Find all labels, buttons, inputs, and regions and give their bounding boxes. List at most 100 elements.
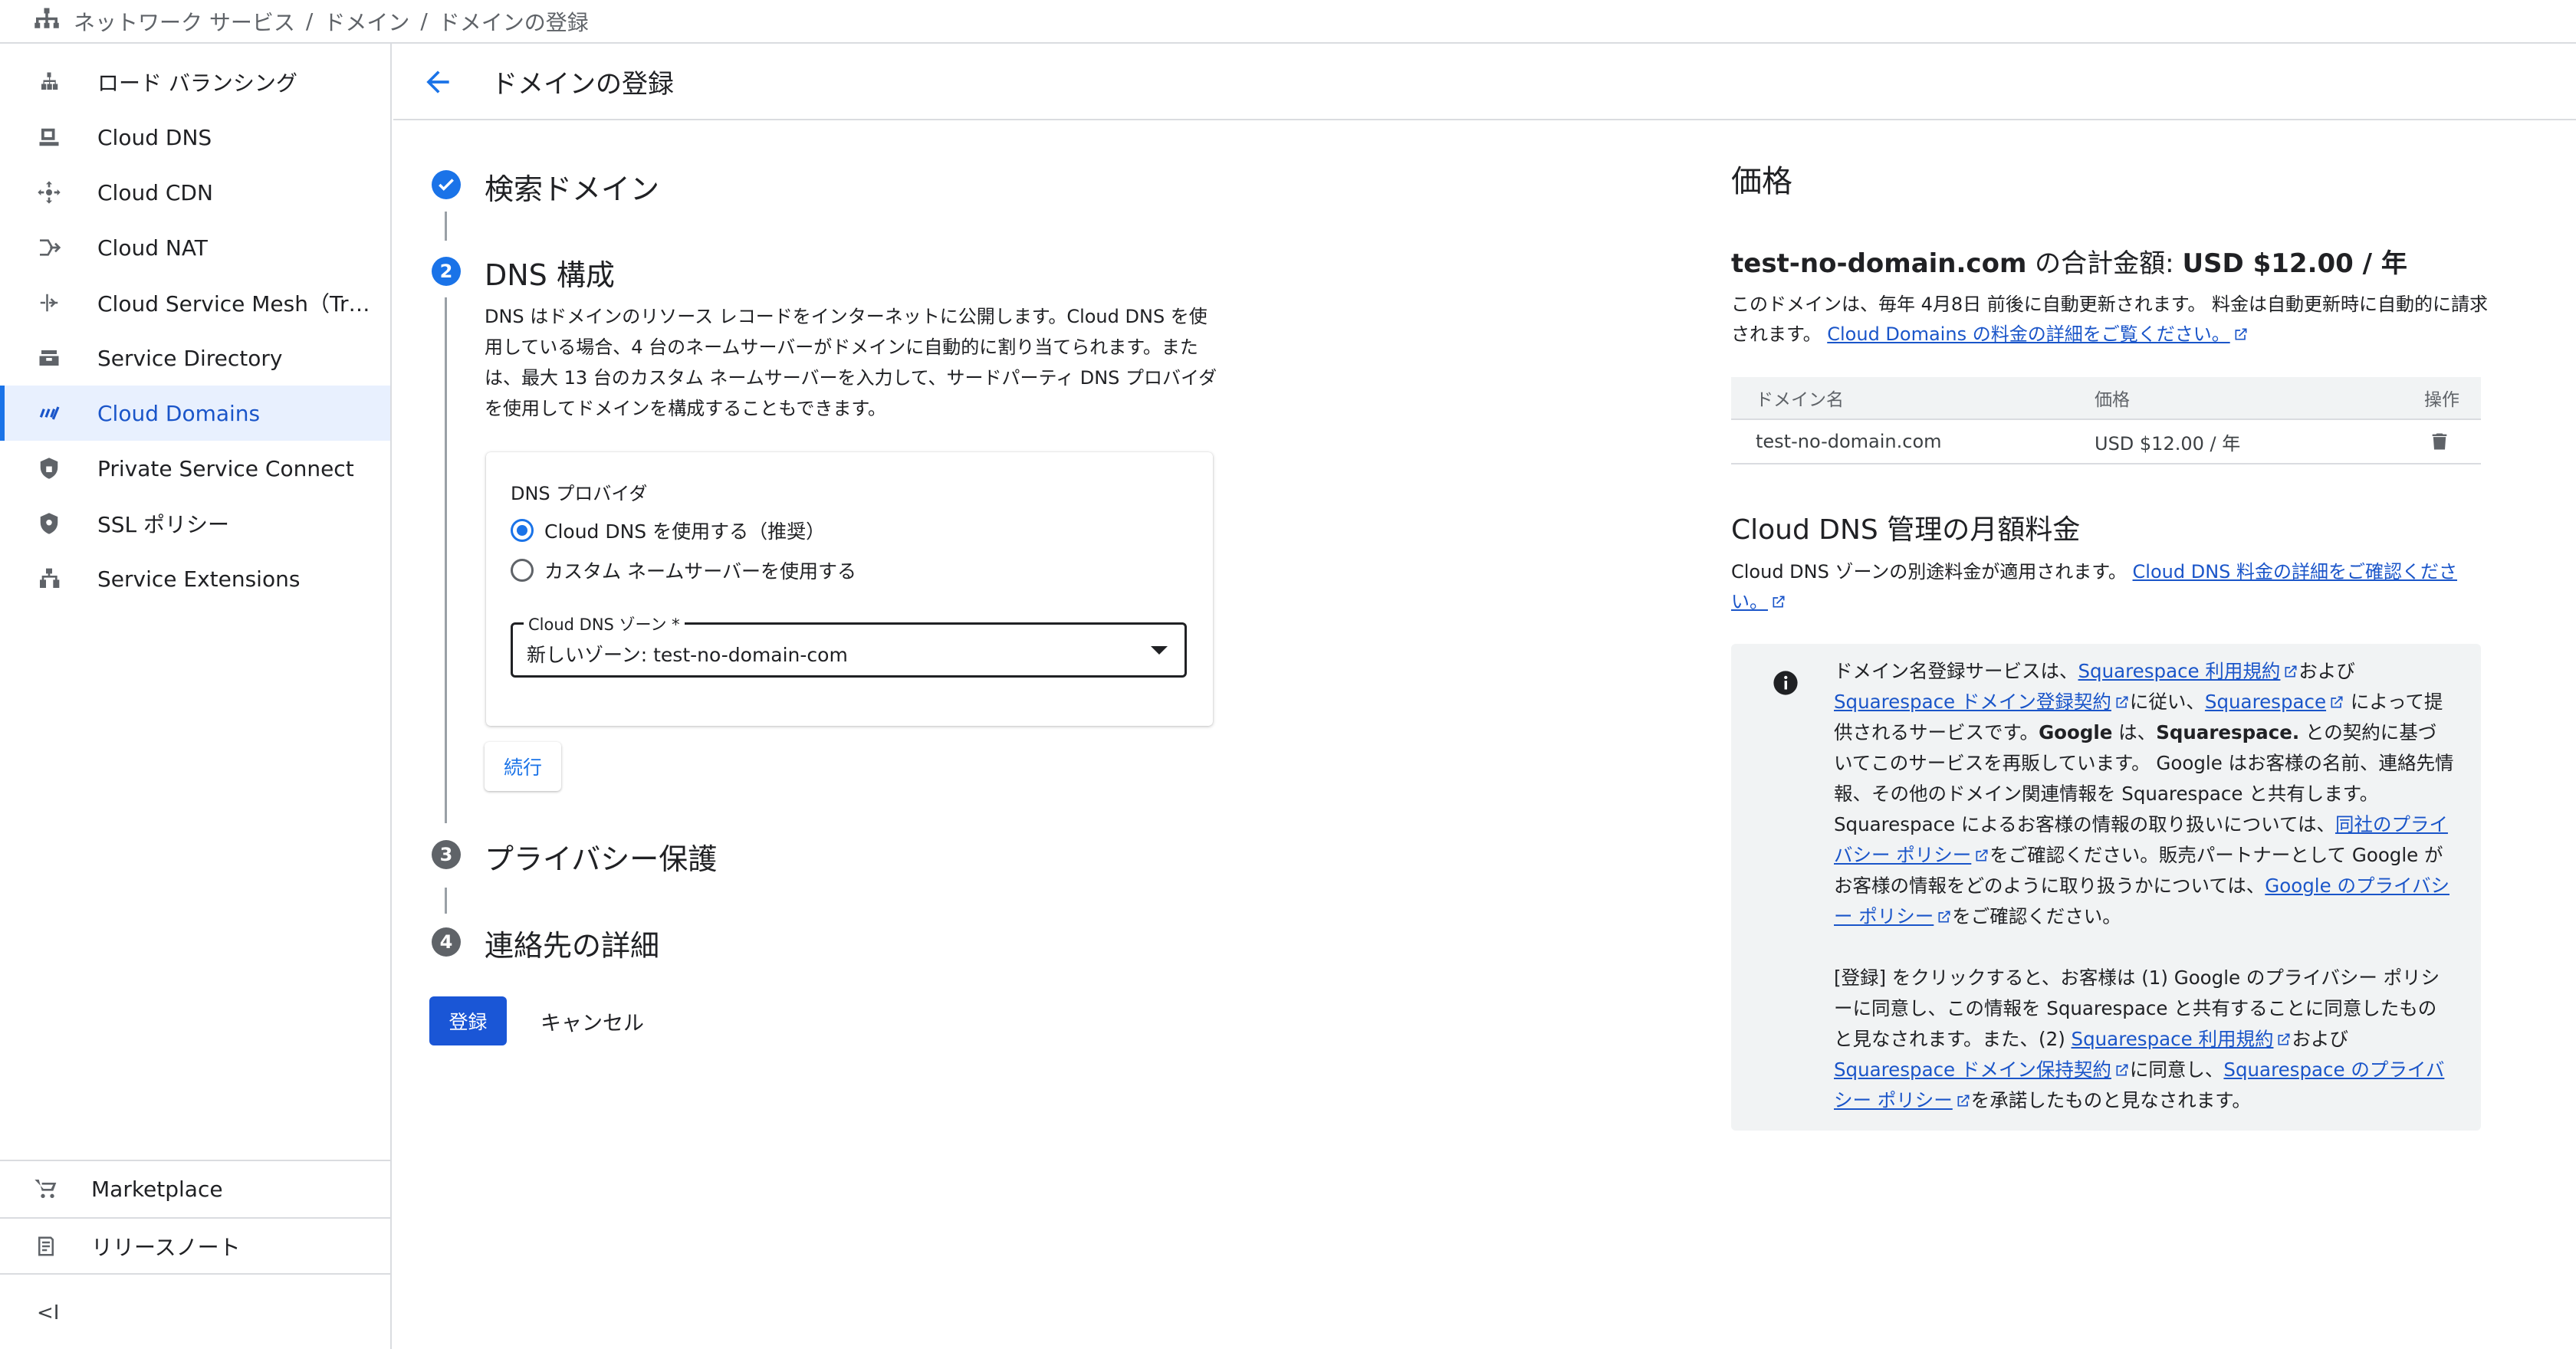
sidebar-item-label: Cloud Service Mesh（Traffic Director） bbox=[97, 291, 373, 317]
notes-icon bbox=[31, 1231, 61, 1262]
notice-link[interactable]: Squarespace ドメイン登録契約 bbox=[1834, 691, 2130, 713]
sidebar-item-cloud-cdn[interactable]: Cloud CDN bbox=[0, 165, 390, 220]
sidebar-item-label: Cloud NAT bbox=[97, 235, 208, 261]
notice-link[interactable]: Squarespace bbox=[2205, 691, 2344, 713]
notice-text: ドメイン名登録サービスは、Squarespace 利用規約 および Squares… bbox=[1834, 656, 2455, 1147]
step-4-badge: 4 bbox=[432, 927, 461, 957]
breadcrumb-item-1[interactable]: ドメイン bbox=[324, 6, 409, 37]
zone-field-label: Cloud DNS ゾーン * bbox=[524, 612, 685, 635]
continue-button[interactable]: 続行 bbox=[485, 742, 561, 791]
breadcrumb-separator: / bbox=[305, 8, 314, 34]
notice-text-run: および bbox=[2298, 660, 2355, 682]
breadcrumb-item-2: ドメインの登録 bbox=[438, 9, 589, 35]
sidebar-item-label: Service Directory bbox=[97, 345, 283, 371]
notice-text-run: を承諾したものと見なされます。 bbox=[1970, 1089, 2251, 1111]
sidebar-item-label: Private Service Connect bbox=[97, 455, 354, 481]
sidebar-item-service-directory[interactable]: Service Directory bbox=[0, 330, 390, 386]
sidebar-item-label: リリースノート bbox=[91, 1235, 241, 1260]
sidebar-item-label: Cloud DNS bbox=[97, 124, 212, 150]
collapse-icon: <I bbox=[37, 1301, 60, 1324]
notice-text-run: に従い、 bbox=[2129, 691, 2205, 713]
step-2-badge: 2 bbox=[432, 257, 461, 286]
col-header-action: 操作 bbox=[2424, 390, 2459, 410]
extensions-icon bbox=[34, 563, 64, 594]
sidebar-item-cloud-dns[interactable]: Cloud DNS bbox=[0, 110, 390, 165]
sidebar-item-label: Cloud Domains bbox=[97, 400, 261, 426]
pricing-details-link[interactable]: Cloud Domains の料金の詳細をご覧ください。 bbox=[1827, 323, 2248, 345]
row-domain: test-no-domain.com bbox=[1756, 431, 1942, 452]
dropdown-arrow-icon bbox=[1151, 646, 1168, 655]
sidebar-divider bbox=[0, 1273, 390, 1275]
sidebar: ロード バランシング Cloud DNS Cloud CDN Cloud NAT… bbox=[0, 44, 392, 1349]
register-button[interactable]: 登録 bbox=[429, 996, 507, 1045]
total-value: USD $12.00 / 年 bbox=[2182, 248, 2407, 279]
notice-text-run: をご確認ください。 bbox=[1952, 905, 2121, 927]
sidebar-item-service-extensions[interactable]: Service Extensions bbox=[0, 551, 390, 606]
sidebar-item-cloud-nat[interactable]: Cloud NAT bbox=[0, 220, 390, 275]
breadcrumb-separator: / bbox=[420, 8, 428, 34]
delete-icon[interactable] bbox=[2429, 430, 2450, 453]
notice-paragraph-2: [登録] をクリックすると、お客様は (1) Google のプライバシー ポリ… bbox=[1834, 963, 2455, 1116]
radio-selected-icon[interactable] bbox=[511, 519, 534, 542]
notice-link-label: Squarespace ドメイン登録契約 bbox=[1834, 691, 2111, 713]
app-root: ネットワーク サービス / ドメイン / ドメインの登録 ロード バランシング … bbox=[0, 0, 2576, 1349]
total-domain: test-no-domain.com bbox=[1731, 248, 2027, 279]
total-label: の合計金額: bbox=[2026, 248, 2183, 279]
external-link-icon bbox=[1938, 911, 1950, 923]
sidebar-item-ssl-policy[interactable]: SSL ポリシー bbox=[0, 496, 390, 551]
back-arrow-icon[interactable] bbox=[421, 65, 455, 99]
sidebar-item-load-balancing[interactable]: ロード バランシング bbox=[0, 54, 390, 110]
external-link-icon bbox=[2116, 696, 2128, 708]
service-mesh-icon bbox=[34, 287, 64, 318]
renewal-text: このドメインは、毎年 4月8日 前後に自動更新されます。 料金は自動更新時に自動… bbox=[1731, 290, 2498, 350]
sidebar-item-cloud-domains[interactable]: Cloud Domains bbox=[0, 386, 390, 441]
notice-link[interactable]: Squarespace 利用規約 bbox=[2072, 1028, 2292, 1050]
notice-paragraph-1: ドメイン名登録サービスは、Squarespace 利用規約 および Squares… bbox=[1834, 656, 2455, 932]
cdn-icon bbox=[34, 177, 64, 208]
collapse-sidebar-button[interactable]: <I bbox=[0, 1285, 390, 1341]
table-row: test-no-domain.com USD $12.00 / 年 bbox=[1731, 420, 2481, 464]
radio-unselected-icon[interactable] bbox=[511, 559, 534, 582]
sidebar-item-marketplace[interactable]: Marketplace bbox=[0, 1161, 390, 1216]
total-price: test-no-domain.com の合計金額: USD $12.00 / 年 bbox=[1731, 242, 2407, 280]
dns-icon bbox=[34, 122, 64, 153]
sidebar-item-release-notes[interactable]: リリースノート bbox=[0, 1219, 390, 1274]
sidebar-item-service-mesh[interactable]: Cloud Service Mesh（Traffic Director） bbox=[0, 275, 390, 330]
load-balancing-icon bbox=[34, 67, 64, 97]
radio-use-cloud-dns[interactable]: Cloud DNS を使用する（推奨） bbox=[511, 517, 825, 544]
external-link-icon bbox=[2235, 328, 2247, 340]
step-connector bbox=[445, 888, 447, 914]
external-link-icon bbox=[2116, 1064, 2128, 1076]
step-connector bbox=[445, 297, 447, 823]
lock-icon bbox=[34, 453, 64, 484]
notice-link[interactable]: Squarespace ドメイン保持契約 bbox=[1834, 1059, 2130, 1081]
breadcrumb-item-0[interactable]: ネットワーク サービス bbox=[74, 6, 295, 37]
external-link-icon bbox=[1773, 596, 1785, 608]
notice-link[interactable]: Squarespace 利用規約 bbox=[2078, 660, 2299, 682]
radio-label: カスタム ネームサーバーを使用する bbox=[544, 560, 856, 583]
notice-text-run: は、 bbox=[2112, 721, 2157, 743]
notice-link-label: Squarespace ドメイン保持契約 bbox=[1834, 1059, 2111, 1081]
cloud-dns-zone-select[interactable]: Cloud DNS ゾーン * 新しいゾーン: test-no-domain-c… bbox=[511, 612, 1187, 678]
sidebar-item-private-service-connect[interactable]: Private Service Connect bbox=[0, 441, 390, 496]
row-price: USD $12.00 / 年 bbox=[2095, 432, 2241, 455]
step-1-title[interactable]: 検索ドメイン bbox=[485, 166, 659, 208]
step-connector bbox=[445, 212, 447, 241]
notice-text-run: ドメイン名登録サービスは、 bbox=[1834, 660, 2078, 682]
notice-link-label: Squarespace 利用規約 bbox=[2078, 660, 2281, 682]
external-link-icon bbox=[2285, 665, 2297, 678]
dns-description: DNS はドメインのリソース レコードをインターネットに公開します。Cloud … bbox=[485, 306, 1217, 419]
notice-text-run: Google bbox=[2039, 721, 2113, 743]
sidebar-item-label: SSL ポリシー bbox=[97, 512, 230, 537]
cancel-button[interactable]: キャンセル bbox=[529, 996, 656, 1045]
terms-notice: ドメイン名登録サービスは、Squarespace 利用規約 および Squares… bbox=[1731, 644, 2481, 1131]
page-title: ドメインの登録 bbox=[491, 68, 674, 100]
zone-selected-value: 新しいゾーン: test-no-domain-com bbox=[527, 644, 848, 666]
radio-custom-nameservers[interactable]: カスタム ネームサーバーを使用する bbox=[511, 556, 856, 584]
dns-provider-label: DNS プロバイダ bbox=[511, 483, 648, 504]
notice-link-label: Squarespace bbox=[2204, 691, 2327, 713]
sidebar-item-label: Cloud CDN bbox=[97, 179, 213, 205]
page-header: ドメインの登録 bbox=[393, 44, 2576, 120]
col-header-price: 価格 bbox=[2095, 390, 2130, 410]
info-icon bbox=[1773, 671, 1798, 695]
